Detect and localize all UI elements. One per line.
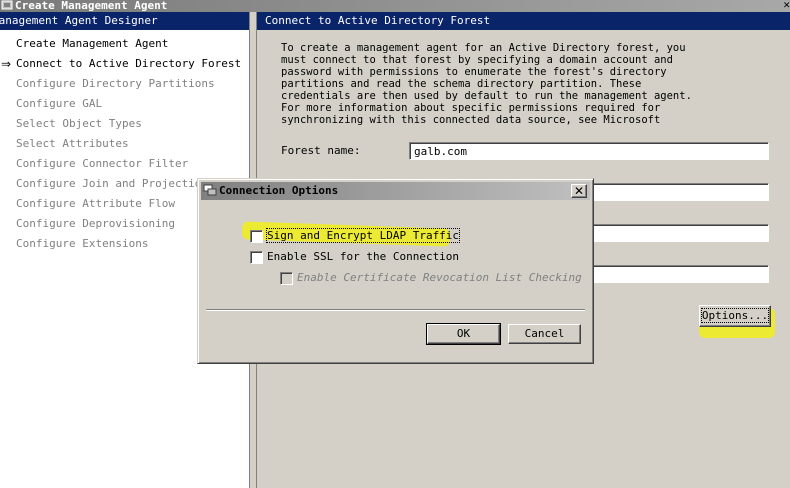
window-close-icon[interactable]: ✕	[783, 0, 790, 11]
sign-encrypt-option[interactable]: Sign and Encrypt LDAP Traffic	[250, 228, 461, 243]
nav-item-select-attributes: Select Attributes	[16, 137, 129, 150]
nav-item-configure-directory-partitions: Configure Directory Partitions	[16, 77, 215, 90]
forest-name-label: Forest name:	[281, 144, 361, 157]
dialog-title: Connection Options	[219, 184, 339, 197]
app-icon	[1, 0, 13, 10]
nav-item-create-management-agent[interactable]: Create Management Agent	[0, 34, 249, 54]
forest-name-input[interactable]: galb.com	[409, 142, 769, 160]
sign-encrypt-label: Sign and Encrypt LDAP Traffic	[265, 228, 461, 243]
close-icon: ✕	[573, 184, 585, 198]
dialog-titlebar: Connection Options ✕	[201, 182, 590, 200]
ok-button[interactable]: OK	[426, 323, 501, 345]
sign-encrypt-checkbox[interactable]	[250, 229, 263, 243]
nav-item-select-object-types: Select Object Types	[16, 117, 142, 130]
dialog-separator	[206, 309, 585, 311]
dialog-close-button[interactable]: ✕	[571, 184, 587, 198]
enable-ssl-checkbox[interactable]	[250, 250, 263, 264]
window-title: Create Management Agent	[15, 0, 168, 12]
connection-icon	[203, 183, 217, 197]
options-button[interactable]: Options...	[699, 305, 771, 327]
nav-item-configure-gal: Configure GAL	[16, 97, 103, 110]
nav-item-connect-ad-forest[interactable]: ⇒ Connect to Active Directory Forest	[0, 54, 249, 74]
enable-ssl-label: Enable SSL for the Connection	[267, 250, 460, 263]
connection-options-dialog: Connection Options ✕ Sign and Encrypt LD…	[197, 178, 594, 364]
cancel-button[interactable]: Cancel	[508, 324, 581, 344]
crl-checking-checkbox	[280, 271, 293, 285]
step-header: Connect to Active Directory Forest	[257, 12, 790, 30]
nav-item-configure-connector-filter: Configure Connector Filter	[16, 157, 189, 170]
designer-nav-header: Management Agent Designer	[0, 12, 249, 30]
step-description: To create a management agent for an Acti…	[281, 42, 692, 126]
crl-checking-label: Enable Certificate Revocation List Check…	[297, 271, 582, 284]
window-titlebar: Create Management Agent ✕	[0, 0, 790, 12]
crl-checking-option: Enable Certificate Revocation List Check…	[280, 271, 582, 285]
enable-ssl-option[interactable]: Enable SSL for the Connection	[250, 250, 459, 264]
current-step-arrow-icon: ⇒	[1, 57, 12, 71]
